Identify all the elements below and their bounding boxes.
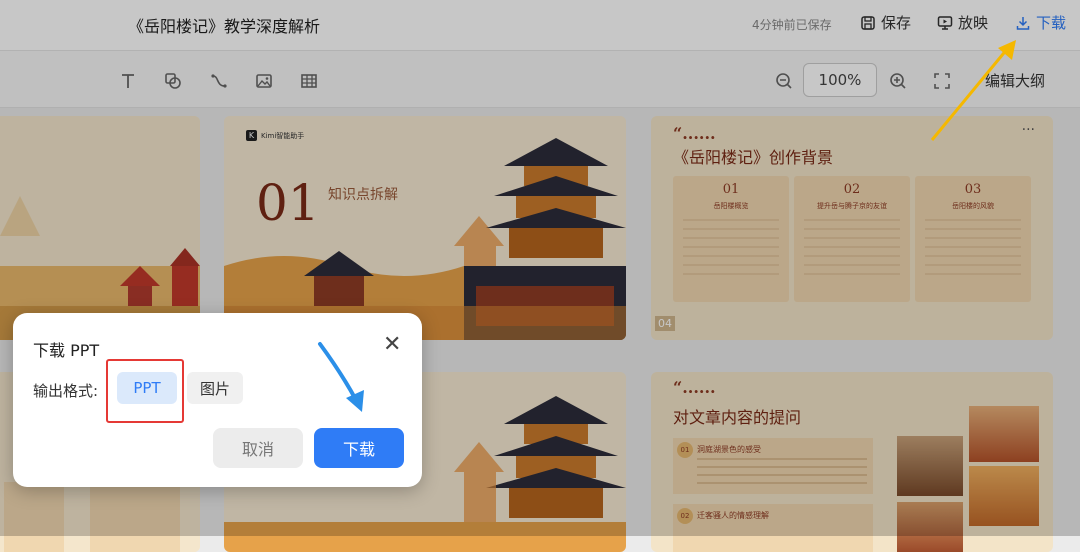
text-tool-icon[interactable]	[117, 70, 139, 92]
close-icon[interactable]: ✕	[383, 334, 401, 356]
save-status: 4分钟前已保存	[752, 18, 832, 32]
item-heading: 洞庭湖景色的感受	[697, 445, 761, 454]
slide-thumbnail-2[interactable]: K Kimi智能助手 01 知识点拆解	[224, 116, 626, 340]
download-label: 下载	[1036, 14, 1067, 32]
painting-image-3	[969, 466, 1039, 526]
confirm-download-button[interactable]: 下载	[314, 428, 404, 468]
question-item-2: 02 迁客骚人的情感理解	[673, 504, 873, 552]
table-tool-icon[interactable]	[298, 70, 320, 92]
section-subtitle: 知识点拆解	[328, 187, 398, 203]
zoom-level[interactable]: 100%	[803, 63, 877, 97]
card-heading: 提升岳与腾子京的友谊	[817, 202, 887, 210]
card-heading: 岳阳楼的风貌	[952, 202, 994, 210]
item-number: 01	[677, 442, 693, 458]
present-icon	[937, 15, 953, 30]
line-tool-icon[interactable]	[208, 70, 230, 92]
card-text	[804, 219, 900, 279]
blue-arrow-annotation	[318, 342, 364, 412]
format-option-image[interactable]: 图片	[187, 372, 243, 404]
content-card-1: 01 岳阳楼概览	[673, 176, 789, 302]
slide-quote: “......	[673, 378, 716, 397]
slide-quote: “......	[673, 124, 716, 143]
card-text	[683, 219, 779, 279]
zoom-in-icon[interactable]	[887, 70, 909, 92]
dialog-title: 下载 PPT	[33, 341, 100, 360]
image-tool-icon[interactable]	[253, 70, 275, 92]
shape-tool-icon[interactable]	[162, 70, 184, 92]
cancel-button[interactable]: 取消	[213, 428, 303, 468]
save-icon	[861, 15, 875, 30]
item-text	[697, 458, 867, 488]
brand-label: Kimi智能助手	[261, 131, 305, 140]
document-title[interactable]: 《岳阳楼记》教学深度解析	[128, 13, 320, 37]
format-label: 输出格式:	[33, 382, 99, 400]
save-button[interactable]: 保存	[860, 12, 911, 33]
yellow-arrow-annotation	[930, 40, 1016, 141]
top-bar: 《岳阳楼记》教学深度解析 4分钟前已保存 保存 放映 下载	[0, 0, 1080, 51]
content-card-2: 02 提升岳与腾子京的友谊	[794, 176, 910, 302]
card-number: 01	[722, 182, 740, 197]
content-card-3: 03 岳阳楼的风貌	[915, 176, 1031, 302]
download-icon	[1016, 16, 1030, 30]
card-number: 02	[843, 182, 861, 197]
zoom-out-icon[interactable]	[773, 70, 795, 92]
page-badge: 04	[655, 316, 675, 331]
slide-thumbnail-1[interactable]	[0, 116, 200, 340]
question-item-1: 01 洞庭湖景色的感受	[673, 438, 873, 494]
section-number: 01	[256, 174, 320, 232]
painting-image-1	[897, 436, 963, 496]
kimi-brand: K Kimi智能助手	[246, 130, 304, 141]
slide-title: 对文章内容的提问	[673, 408, 802, 427]
slide-title: 《岳阳楼记》创作背景	[673, 148, 834, 167]
kimi-logo-icon: K	[246, 130, 257, 141]
painting-image-2	[969, 406, 1039, 462]
item-heading: 迁客骚人的情感理解	[697, 511, 769, 520]
item-number: 02	[677, 508, 693, 524]
slide-thumbnail-6[interactable]: “...... 对文章内容的提问 01 洞庭湖景色的感受 02 迁客骚人的情感理…	[651, 372, 1053, 552]
card-heading: 岳阳楼概览	[713, 202, 749, 210]
format-option-ppt[interactable]: PPT	[117, 372, 177, 404]
painting-image-4	[897, 502, 963, 552]
card-number: 03	[964, 182, 982, 197]
card-text	[925, 219, 1021, 279]
pagoda-illustration	[0, 116, 200, 340]
save-label: 保存	[881, 14, 912, 32]
